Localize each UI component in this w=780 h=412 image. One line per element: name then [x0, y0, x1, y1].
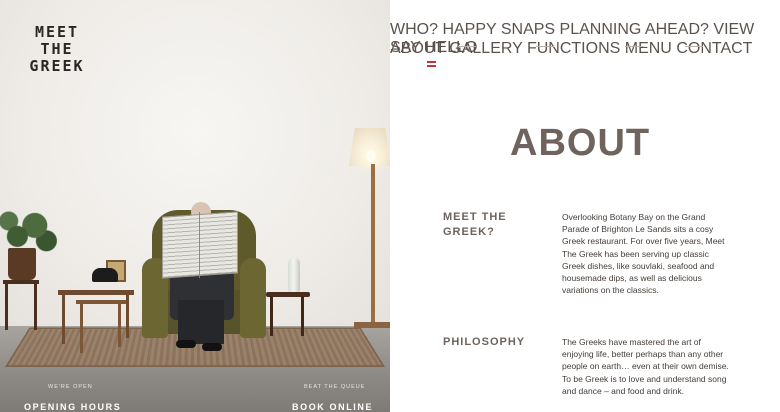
man-legs — [178, 300, 224, 344]
table-leg — [126, 294, 129, 338]
subnav-who[interactable]: WHO? — [390, 21, 438, 38]
book-online-caption: BEAT THE QUEUE — [304, 384, 366, 390]
newspaper-fold — [199, 212, 200, 278]
section-body: The Greeks have mastered the art of enjo… — [562, 337, 729, 396]
logo-line: MEET — [34, 23, 80, 41]
page-title: ABOUT — [510, 122, 651, 164]
floor-lamp-pole — [371, 164, 375, 324]
nav-gallery[interactable]: GALLERY — [449, 40, 522, 57]
subnav-planning-ahead[interactable]: PLANNING AHEAD? — [560, 21, 709, 38]
nav-about[interactable]: ABOUT — [390, 40, 445, 57]
nav-menu[interactable]: MENU — [625, 40, 672, 57]
armchair-arm — [240, 258, 266, 338]
newspaper — [162, 211, 238, 279]
opening-hours-caption: WE'RE OPEN — [48, 384, 93, 390]
book-online-link[interactable]: BOOK ONLINE — [292, 402, 373, 412]
subnav-view[interactable]: VIEW — [713, 21, 754, 38]
hero-photo: MEET THE GREEK WE'RE OPEN OPENING HOURS … — [0, 0, 390, 412]
nav-divider — [685, 46, 703, 47]
side-table-leg — [270, 296, 273, 336]
plant-pot — [8, 248, 36, 280]
site-logo[interactable]: MEET THE GREEK — [22, 24, 92, 75]
logo-line: GREEK — [29, 57, 85, 75]
side-table-leg — [301, 296, 304, 336]
photo-footer: WE'RE OPEN OPENING HOURS BEAT THE QUEUE … — [0, 370, 390, 412]
main-navigation: ABOUT GALLERY FUNCTIONS MENU CONTACT — [390, 40, 780, 57]
hamburger-icon[interactable] — [427, 61, 436, 67]
nav-divider — [625, 46, 643, 47]
shoe — [176, 340, 196, 348]
table-leg — [80, 303, 83, 353]
floor-lamp-base — [354, 322, 390, 328]
opening-hours-link[interactable]: OPENING HOURS — [24, 402, 121, 412]
nav-contact[interactable]: CONTACT — [676, 40, 752, 57]
subnav-happy-snaps[interactable]: HAPPY SNAPS — [442, 21, 555, 38]
sub-navigation: WHO? HAPPY SNAPS PLANNING AHEAD? VIEW SA… — [390, 21, 780, 56]
bottle — [288, 258, 300, 292]
content-panel: WHO? HAPPY SNAPS PLANNING AHEAD? VIEW SA… — [390, 0, 780, 412]
plant-stand-leg — [5, 282, 8, 330]
section-heading: PHILOSOPHY — [443, 336, 526, 348]
table-leg — [118, 303, 121, 347]
nav-functions[interactable]: FUNCTIONS — [527, 40, 620, 57]
lamp-bulb — [366, 150, 376, 162]
nesting-table — [58, 290, 134, 295]
plant-stand-leg — [34, 282, 37, 330]
table-leg — [62, 294, 65, 344]
section-heading: MEET THE GREEK? — [443, 211, 507, 238]
nav-divider — [458, 46, 476, 47]
rotary-phone — [92, 268, 118, 282]
logo-line: THE — [40, 40, 74, 58]
shoe — [202, 343, 222, 351]
section-body: Overlooking Botany Bay on the Grand Para… — [562, 212, 725, 296]
nav-divider — [536, 46, 554, 47]
